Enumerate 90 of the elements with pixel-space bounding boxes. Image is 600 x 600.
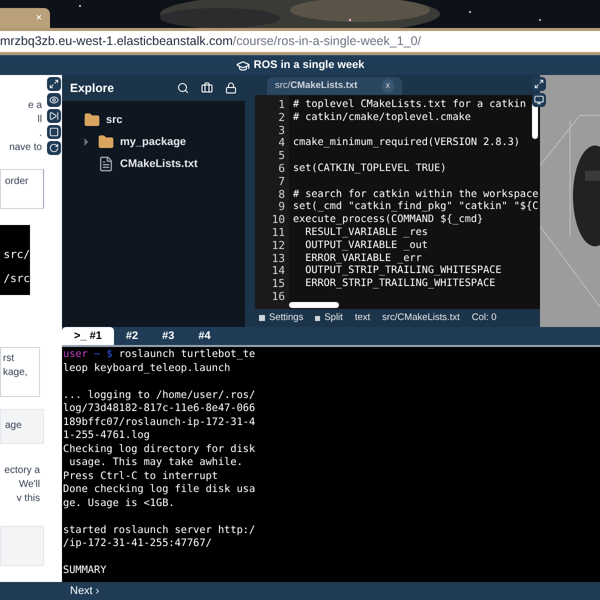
panel-title: Explore	[70, 80, 116, 97]
lesson-text: v this	[16, 492, 40, 506]
terminal-tab[interactable]: >_ #1	[62, 327, 114, 345]
briefcase-icon[interactable]	[201, 82, 213, 94]
fullscreen-icon[interactable]	[532, 77, 546, 91]
line-number: 13	[272, 252, 285, 266]
scrollbar[interactable]	[289, 302, 339, 308]
code-line: # search for catkin within the workspace	[293, 188, 538, 201]
terminal-line: user ~ $ roslaunch turtlebot_te	[63, 348, 256, 362]
line-number: 11	[272, 226, 285, 240]
code-text: src/	[4, 247, 30, 263]
terminal-line: ... logging to /home/user/.ros/	[63, 388, 256, 402]
code-line: RESULT_VARIABLE _res	[304, 226, 429, 240]
terminal-line: ge. Usage is <1GB.	[63, 496, 176, 510]
terminal-line: /ip-172-31-41-255:47767/	[63, 537, 213, 550]
graduation-cap-icon	[236, 58, 250, 72]
line-number: 9	[278, 201, 285, 214]
mode-label: text	[354, 310, 370, 325]
file-path: src/CMakeLists.txt	[382, 310, 460, 325]
note-text: order	[5, 176, 28, 187]
tab-close[interactable]: x	[382, 79, 394, 93]
terminal-tab[interactable]: #4	[186, 327, 223, 345]
terminal-line: Checking log directory for disk	[63, 442, 256, 456]
monitor-icon[interactable]	[532, 93, 546, 107]
code-line: # catkin/cmake/toplevel.cmake	[293, 112, 472, 125]
terminal-line: 1-255-4761.log	[63, 429, 151, 442]
terminal-line: Done checking log file disk usa	[63, 483, 256, 496]
next-link[interactable]: Next ›	[70, 582, 100, 600]
lesson-text: nave to	[9, 141, 43, 155]
square-icon[interactable]	[47, 125, 61, 139]
cursor-position: Col: 0	[472, 310, 497, 325]
line-number: 16	[272, 290, 285, 304]
terminal-line: 189bffc07/roslaunch-ip-172-31-4	[63, 416, 256, 429]
line-number: 1	[278, 99, 285, 112]
line-number: 6	[278, 162, 285, 176]
code-line: set(_cmd "catkin_find_pkg" "catkin" "${C	[293, 201, 538, 214]
code-line: execute_process(COMMAND ${_cmd}	[293, 214, 484, 227]
settings-button[interactable]: Settings	[259, 310, 304, 326]
code-line: set(CATKIN_TOPLEVEL TRUE)	[293, 162, 448, 176]
url-field[interactable]: mrzbq3zb.eu-west-1.elasticbeanstalk.com/course/ros-in-a-single-week_1_0/	[0, 31, 600, 52]
line-number: 3	[278, 124, 285, 138]
fullscreen-icon[interactable]	[47, 77, 61, 91]
terminal-line: Press Ctrl-C to interrupt	[63, 470, 219, 483]
code-line: OUTPUT_VARIABLE _out	[304, 240, 429, 253]
line-number: 12	[272, 240, 285, 253]
terminal-line: leop keyboard_teleop.launch	[63, 362, 232, 375]
note-text: kage,	[3, 366, 28, 380]
lock-icon[interactable]	[225, 82, 237, 94]
terminal-line: SUMMARY	[63, 564, 108, 578]
code-editor[interactable]	[255, 95, 540, 309]
eye-icon[interactable]	[47, 93, 61, 107]
terminal-line: usage. This may take awhile.	[68, 456, 244, 470]
folder-icon	[84, 112, 100, 128]
split-button[interactable]: Split	[315, 310, 343, 326]
line-number: 7	[278, 176, 285, 189]
code-line: # toplevel CMakeLists.txt for a catkin	[293, 99, 528, 112]
lesson-text: ll	[38, 113, 43, 127]
terminal-tab[interactable]: #3	[150, 327, 186, 345]
code-text: /src	[4, 271, 30, 287]
file-icon	[98, 156, 114, 172]
terminal-line: started roslaunch server http:/	[63, 524, 256, 537]
line-number: 8	[278, 188, 285, 202]
code-line: OUTPUT_STRIP_TRAILING_WHITESPACE	[304, 265, 503, 278]
note-text: rst	[3, 352, 16, 366]
code-line: cmake_minimum_required(VERSION 2.8.3)	[293, 137, 521, 150]
tree-item[interactable]: src	[106, 112, 123, 128]
refresh-icon[interactable]	[47, 141, 61, 155]
folder-icon	[98, 134, 114, 150]
line-number: 4	[278, 137, 285, 150]
tree-item[interactable]: my_package	[120, 134, 186, 150]
terminal-tab[interactable]: #2	[114, 327, 150, 345]
line-number: 14	[272, 265, 285, 278]
skip-icon[interactable]	[47, 109, 61, 123]
line-number: 15	[272, 278, 285, 291]
search-icon[interactable]	[177, 82, 189, 94]
lesson-text: e a	[28, 99, 43, 113]
tab-label: src/CMakeLists.txt	[275, 78, 358, 93]
line-number: 10	[272, 214, 285, 227]
line-number: 5	[278, 150, 285, 163]
lesson-text: We'll	[18, 478, 40, 492]
course-title: ROS in a single week	[254, 58, 364, 74]
code-line: ERROR_STRIP_TRAILING_WHITESPACE	[304, 278, 496, 291]
lesson-text: .	[39, 127, 43, 141]
hint-text: age	[5, 420, 22, 431]
tree-item[interactable]: CMakeLists.txt	[120, 156, 198, 172]
editor-tab[interactable]: src/CMakeLists.txt x	[267, 77, 402, 95]
line-number: 2	[278, 112, 285, 125]
code-line: ERROR_VARIABLE _err	[304, 252, 423, 265]
lesson-text: ectory a	[4, 464, 40, 478]
terminal-line: log/73d48182-817c-11e6-8e47-066	[63, 402, 256, 416]
